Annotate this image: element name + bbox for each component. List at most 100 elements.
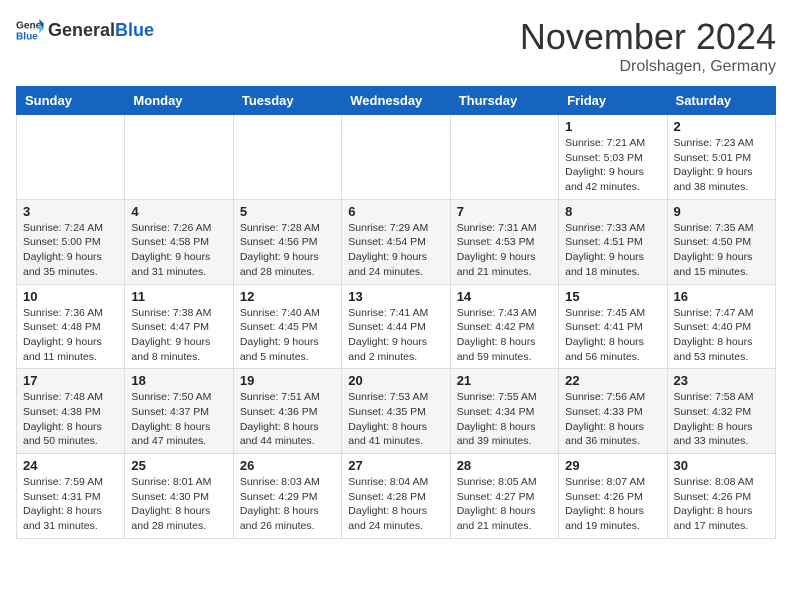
day-info: Sunrise: 7:56 AMSunset: 4:33 PMDaylight:… [565, 390, 660, 449]
day-info: Sunrise: 7:26 AMSunset: 4:58 PMDaylight:… [131, 221, 226, 280]
day-info-line: Sunset: 4:32 PM [674, 406, 752, 418]
day-info-line: Sunrise: 7:47 AM [674, 307, 754, 319]
day-info-line: Sunrise: 7:43 AM [457, 307, 537, 319]
day-info-line: Sunset: 4:51 PM [565, 236, 643, 248]
calendar-cell: 17Sunrise: 7:48 AMSunset: 4:38 PMDayligh… [17, 369, 125, 454]
day-info-line: Sunrise: 7:48 AM [23, 391, 103, 403]
day-info: Sunrise: 8:08 AMSunset: 4:26 PMDaylight:… [674, 475, 769, 534]
day-info-line: Sunset: 4:50 PM [674, 236, 752, 248]
day-info: Sunrise: 8:05 AMSunset: 4:27 PMDaylight:… [457, 475, 552, 534]
day-info: Sunrise: 8:04 AMSunset: 4:28 PMDaylight:… [348, 475, 443, 534]
calendar-cell: 27 Sunrise: 8:04 AMSunset: 4:28 PMDayligh… [342, 454, 450, 539]
day-info-line: Daylight: 9 hours and 42 minutes. [565, 166, 644, 193]
day-number: 4 [131, 204, 226, 219]
day-info-line: Sunrise: 7:56 AM [565, 391, 645, 403]
day-info-line: Daylight: 8 hours and 44 minutes. [240, 421, 319, 448]
calendar-cell: 9 Sunrise: 7:35 AMSunset: 4:50 PMDaylight… [667, 199, 775, 284]
day-info: Sunrise: 8:01 AMSunset: 4:30 PMDaylight:… [131, 475, 226, 534]
day-number: 19 [240, 373, 335, 388]
day-info-line: Daylight: 9 hours and 28 minutes. [240, 251, 319, 278]
day-info: Sunrise: 7:36 AMSunset: 4:48 PMDaylight:… [23, 306, 118, 365]
day-number: 12 [240, 289, 335, 304]
day-number: 13 [348, 289, 443, 304]
calendar-cell: 12 Sunrise: 7:40 AMSunset: 4:45 PMDayligh… [233, 284, 341, 369]
day-info: Sunrise: 7:23 AMSunset: 5:01 PMDaylight:… [674, 136, 769, 195]
day-info: Sunrise: 7:35 AMSunset: 4:50 PMDaylight:… [674, 221, 769, 280]
calendar-cell [233, 115, 341, 200]
day-number: 14 [457, 289, 552, 304]
day-info-line: Sunrise: 8:08 AM [674, 476, 754, 488]
calendar-cell: 8 Sunrise: 7:33 AM Sunset: 4:51 PM Daylight… [559, 199, 667, 284]
day-info-line: Daylight: 9 hours and 5 minutes. [240, 336, 319, 363]
day-info-line: Sunrise: 7:38 AM [131, 307, 211, 319]
day-number: 26 [240, 458, 335, 473]
calendar-week-row: 3Sunrise: 7:24 AMSunset: 5:00 PMDaylight… [17, 199, 776, 284]
day-info-line: Sunrise: 7:58 AM [674, 391, 754, 403]
day-info-line: Sunrise: 7:41 AM [348, 307, 428, 319]
day-info: Sunrise: 7:55 AMSunset: 4:34 PMDaylight:… [457, 390, 552, 449]
day-info-line: Sunset: 4:36 PM [240, 406, 318, 418]
day-info: Sunrise: 7:40 AMSunset: 4:45 PMDaylight:… [240, 306, 335, 365]
day-number: 21 [457, 373, 552, 388]
day-info-line: Daylight: 9 hours and 8 minutes. [131, 336, 210, 363]
calendar-cell: 24Sunrise: 7:59 AMSunset: 4:31 PMDayligh… [17, 454, 125, 539]
day-number: 16 [674, 289, 769, 304]
day-info: Sunrise: 7:50 AMSunset: 4:37 PMDaylight:… [131, 390, 226, 449]
calendar-week-row: 10Sunrise: 7:36 AMSunset: 4:48 PMDayligh… [17, 284, 776, 369]
calendar-header: SundayMondayTuesdayWednesdayThursdayFrid… [17, 87, 776, 115]
day-info-line: Sunset: 5:01 PM [674, 152, 752, 164]
day-info: Sunrise: 7:31 AMSunset: 4:53 PMDaylight:… [457, 221, 552, 280]
calendar-cell: 11Sunrise: 7:38 AMSunset: 4:47 PMDayligh… [125, 284, 233, 369]
day-info-line: Sunrise: 7:55 AM [457, 391, 537, 403]
day-info-line: Sunset: 4:37 PM [131, 406, 209, 418]
day-number: 27 [348, 458, 443, 473]
svg-text:Blue: Blue [16, 31, 38, 42]
calendar-cell: 29Sunrise: 8:07 AMSunset: 4:26 PMDayligh… [559, 454, 667, 539]
day-number: 18 [131, 373, 226, 388]
calendar-cell: 19Sunrise: 7:51 AMSunset: 4:36 PMDayligh… [233, 369, 341, 454]
day-info-line: Sunrise: 7:59 AM [23, 476, 103, 488]
day-info: Sunrise: 7:48 AMSunset: 4:38 PMDaylight:… [23, 390, 118, 449]
calendar-cell: 28Sunrise: 8:05 AMSunset: 4:27 PMDayligh… [450, 454, 558, 539]
calendar-body: 1Sunrise: 7:21 AMSunset: 5:03 PMDaylight… [17, 115, 776, 539]
day-number: 9 [674, 204, 769, 219]
weekday-header: Saturday [667, 87, 775, 115]
page-header: General Blue GeneralBlue November 2024 D… [16, 16, 776, 76]
day-info-line: Daylight: 9 hours and 24 minutes. [348, 251, 427, 278]
day-info-line: Sunset: 4:58 PM [131, 236, 209, 248]
weekday-header: Sunday [17, 87, 125, 115]
day-number: 30 [674, 458, 769, 473]
logo-general: General [48, 20, 115, 40]
day-info: Sunrise: 7:28 AMSunset: 4:56 PMDaylight:… [240, 221, 335, 280]
day-number: 8 [565, 204, 660, 219]
day-info-line: Sunset: 4:41 PM [565, 321, 643, 333]
day-info-line: Sunset: 4:34 PM [457, 406, 535, 418]
day-info-line: Daylight: 8 hours and 24 minutes. [348, 505, 427, 532]
day-info-line: Daylight: 8 hours and 31 minutes. [23, 505, 102, 532]
day-info: Sunrise: 7:43 AMSunset: 4:42 PMDaylight:… [457, 306, 552, 365]
calendar-cell: 4 Sunrise: 7:26 AMSunset: 4:58 PMDaylight… [125, 199, 233, 284]
day-info: Sunrise: 7:59 AMSunset: 4:31 PMDaylight:… [23, 475, 118, 534]
day-info-line: Sunrise: 8:04 AM [348, 476, 428, 488]
day-info-line: Daylight: 8 hours and 28 minutes. [131, 505, 210, 532]
day-info-line: Daylight: 9 hours and 21 minutes. [457, 251, 536, 278]
day-info: Sunrise: 7:41 AMSunset: 4:44 PMDaylight:… [348, 306, 443, 365]
day-info-line: Daylight: 8 hours and 19 minutes. [565, 505, 644, 532]
calendar-cell: 14 Sunrise: 7:43 AMSunset: 4:42 PMDayligh… [450, 284, 558, 369]
day-info: Sunrise: 8:03 AMSunset: 4:29 PMDaylight:… [240, 475, 335, 534]
month-title: November 2024 [520, 16, 776, 58]
day-info: Sunrise: 7:38 AMSunset: 4:47 PMDaylight:… [131, 306, 226, 365]
day-info-line: Sunset: 4:27 PM [457, 491, 535, 503]
calendar-cell: 20Sunrise: 7:53 AMSunset: 4:35 PMDayligh… [342, 369, 450, 454]
day-info-line: Sunrise: 7:33 AM [565, 222, 645, 234]
day-info-line: Sunrise: 7:28 AM [240, 222, 320, 234]
day-info-line: Daylight: 9 hours and 15 minutes. [674, 251, 753, 278]
calendar-table: SundayMondayTuesdayWednesdayThursdayFrid… [16, 86, 776, 539]
day-info-line: Daylight: 9 hours and 18 minutes. [565, 251, 644, 278]
day-info-line: Sunrise: 7:40 AM [240, 307, 320, 319]
day-info-line: Sunrise: 7:50 AM [131, 391, 211, 403]
day-info-line: Daylight: 9 hours and 31 minutes. [131, 251, 210, 278]
day-number: 23 [674, 373, 769, 388]
day-number: 20 [348, 373, 443, 388]
weekday-header: Thursday [450, 87, 558, 115]
